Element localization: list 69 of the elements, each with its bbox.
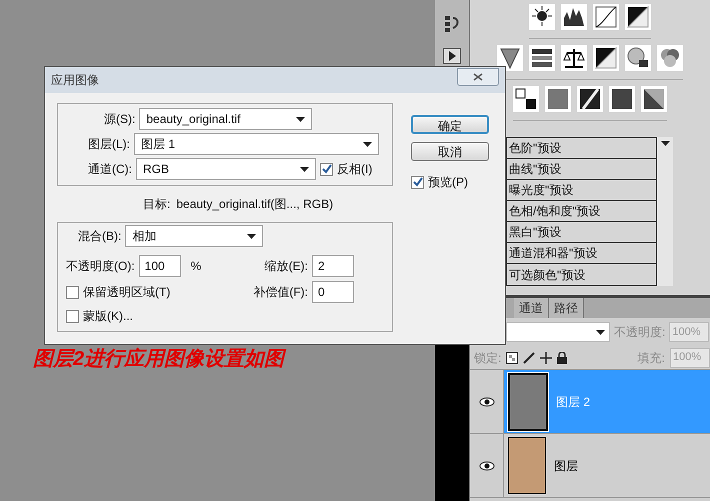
- layer-name: 图层: [554, 458, 578, 474]
- mask-label: 蒙版(K)...: [83, 308, 133, 325]
- eye-icon[interactable]: [478, 396, 494, 408]
- scrollbar[interactable]: [657, 137, 673, 286]
- invert-label: 反相(I): [337, 161, 372, 178]
- layer-label: 图层(L):: [88, 136, 130, 153]
- opacity-field[interactable]: 100: [138, 255, 181, 277]
- channel-label: 通道(C):: [88, 161, 132, 178]
- source-dropdown[interactable]: beauty_original.tif: [139, 108, 312, 130]
- brush-icon[interactable]: [523, 352, 536, 364]
- offset-field[interactable]: 0: [312, 281, 354, 303]
- scale-label: 缩放(E):: [264, 258, 308, 275]
- lock-label: 锁定:: [474, 350, 502, 366]
- close-icon: [473, 73, 483, 81]
- caret-icon: [596, 330, 605, 334]
- diagonal-split-icon[interactable]: [593, 45, 619, 71]
- curve-icon[interactable]: [593, 4, 619, 30]
- circles-icon[interactable]: [657, 45, 683, 71]
- gradient-icon[interactable]: [609, 86, 635, 112]
- caret-icon: [660, 141, 670, 146]
- preserve-transparency-label: 保留透明区域(T): [83, 284, 170, 301]
- histogram-icon[interactable]: [561, 4, 587, 30]
- preserve-transparency-checkbox[interactable]: [66, 286, 79, 298]
- channel-dropdown[interactable]: RGB: [136, 158, 316, 180]
- slash-icon[interactable]: [577, 86, 603, 112]
- dialog-button[interactable]: 确定: [411, 115, 489, 134]
- caret-icon: [300, 166, 309, 172]
- history-icon[interactable]: [443, 14, 461, 34]
- blending-label: 混合(B):: [78, 228, 122, 245]
- diagonal-split-icon[interactable]: [625, 4, 651, 30]
- swap-icon[interactable]: [513, 86, 539, 112]
- lock-icon[interactable]: [557, 352, 568, 364]
- scale-field[interactable]: 2: [312, 255, 354, 277]
- play-icon[interactable]: [443, 48, 461, 64]
- dialog-title: 应用图像: [51, 72, 99, 89]
- preview-label: 预览(P): [428, 174, 468, 191]
- checker-icon[interactable]: [506, 352, 518, 364]
- source-label: 源(S):: [104, 111, 136, 128]
- layer-dropdown[interactable]: 图层 1: [134, 133, 379, 155]
- move-icon[interactable]: [540, 352, 552, 364]
- mask-checkbox[interactable]: [66, 310, 79, 322]
- layer-row[interactable]: 图层: [470, 434, 710, 498]
- caret-icon: [363, 142, 372, 146]
- blending-dropdown[interactable]: 相加: [125, 225, 264, 247]
- opacity-label: 不透明度(O):: [66, 258, 135, 275]
- panel-tab[interactable]: 通道: [514, 298, 549, 318]
- gradient-square-icon[interactable]: [545, 86, 571, 112]
- percent-unit: %: [190, 258, 202, 275]
- target-label: 目标:: [143, 196, 170, 213]
- layer-name: 图层 2: [556, 394, 590, 410]
- preview-checkbox[interactable]: [411, 176, 424, 188]
- photo-thumbnail: [508, 437, 546, 494]
- layer-thumbnail: [508, 372, 548, 430]
- opacity-label: 不透明度:: [614, 324, 666, 341]
- offset-label: 补偿值(F):: [253, 284, 308, 301]
- fill-label: 填充:: [638, 350, 665, 366]
- caret-icon: [296, 116, 306, 122]
- eye-icon[interactable]: [478, 460, 494, 472]
- crossed-square-icon[interactable]: [641, 86, 667, 112]
- scales-icon[interactable]: [561, 45, 587, 71]
- caption-text: 图层2进行应用图像设置如图: [33, 346, 284, 372]
- gradient-bars-icon[interactable]: [529, 45, 555, 71]
- dialog-button[interactable]: 取消: [411, 142, 489, 161]
- close-button[interactable]: [457, 68, 499, 86]
- invert-checkbox[interactable]: [320, 162, 333, 176]
- panel-tab[interactable]: 路径: [549, 298, 584, 318]
- caret-icon: [247, 234, 256, 238]
- sun-icon[interactable]: [529, 4, 555, 30]
- target-value: beauty_original.tif(图..., RGB): [176, 196, 334, 213]
